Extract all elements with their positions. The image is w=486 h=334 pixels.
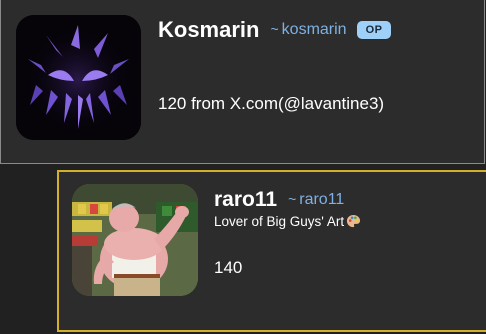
display-name[interactable]: raro11 [214, 188, 277, 212]
bio-text: Lover of Big Guys' Art [214, 214, 345, 229]
avatar[interactable] [16, 15, 141, 140]
display-name[interactable]: Kosmarin [158, 17, 259, 43]
post-card-reply: raro11 ~ raro11 Lover of Big Guys' Art 14… [57, 170, 486, 332]
op-badge: OP [356, 21, 392, 39]
handle-prefix: ~ [288, 191, 297, 207]
post-header: raro11 ~ raro11 [214, 186, 344, 214]
post-body: 120 from X.com(@lavantine3) [158, 94, 385, 113]
user-handle[interactable]: ~ raro11 [288, 191, 344, 209]
artist-palette-icon [346, 214, 361, 229]
avatar[interactable] [72, 184, 198, 296]
user-handle[interactable]: ~ kosmarin [270, 21, 346, 39]
handle-prefix: ~ [270, 21, 279, 37]
user-bio: Lover of Big Guys' Art [214, 214, 361, 229]
avatar-image [16, 15, 141, 140]
avatar-image [72, 184, 198, 296]
handle-text: kosmarin [281, 21, 347, 38]
post-body: 140 [214, 258, 243, 277]
handle-text: raro11 [299, 191, 345, 208]
post-header: Kosmarin ~ kosmarin OP [158, 14, 392, 46]
post-card-op: Kosmarin ~ kosmarin OP 120 from X.com(@la… [0, 0, 485, 164]
